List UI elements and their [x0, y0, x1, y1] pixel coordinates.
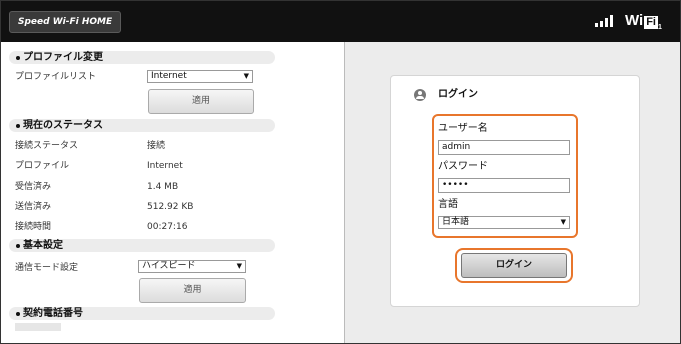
- section-title-contract: 契約電話番号: [23, 308, 83, 319]
- chevron-down-icon: ▼: [560, 218, 566, 226]
- status-row-label: プロファイル: [15, 161, 70, 171]
- status-row-value: Internet: [147, 161, 183, 171]
- username-input[interactable]: admin: [438, 140, 570, 155]
- status-row-value: 00:27:16: [147, 222, 188, 232]
- brand-logo: Speed Wi-Fi HOME: [9, 11, 122, 33]
- chevron-down-icon: ▼: [236, 262, 242, 270]
- login-button[interactable]: ログイン: [461, 253, 567, 278]
- profile-list-select[interactable]: Internet ▼: [147, 70, 253, 83]
- contract-number-redacted: [15, 323, 61, 331]
- app-window: Speed Wi-Fi HOME Wi Fi 1 プロファイル変更 プロファイルリス…: [0, 0, 681, 344]
- language-select[interactable]: 日本語 ▼: [438, 216, 570, 229]
- mode-apply-button[interactable]: 適用: [139, 278, 246, 303]
- signal-strength-icon: [595, 15, 613, 27]
- chevron-down-icon: ▼: [243, 72, 249, 80]
- status-row-label: 送信済み: [15, 202, 52, 212]
- bullet-icon: [16, 244, 20, 248]
- password-input[interactable]: •••••: [438, 178, 570, 193]
- login-title: ログイン: [438, 89, 478, 100]
- mode-setting-select[interactable]: ハイスピード ▼: [138, 260, 246, 273]
- status-row-label: 接続時間: [15, 222, 52, 232]
- language-label: 言語: [438, 199, 458, 210]
- status-row-label: 接続ステータス: [15, 141, 79, 151]
- mode-setting-label: 通信モード設定: [15, 263, 79, 273]
- password-label: パスワード: [438, 161, 488, 172]
- section-title-basic-settings: 基本設定: [23, 240, 63, 251]
- status-row-value: 1.4 MB: [147, 182, 179, 192]
- status-row-value: 接続: [147, 141, 166, 151]
- wifi-status-icon: Wi Fi 1: [625, 12, 662, 31]
- section-title-profile-change: プロファイル変更: [23, 52, 103, 63]
- section-title-current-status: 現在のステータス: [23, 120, 103, 131]
- username-label: ユーザー名: [438, 123, 488, 134]
- bullet-icon: [16, 124, 20, 128]
- user-icon: [414, 89, 426, 101]
- profile-apply-button[interactable]: 適用: [148, 89, 254, 114]
- bullet-icon: [16, 312, 20, 316]
- bullet-icon: [16, 56, 20, 60]
- profile-list-label: プロファイルリスト: [15, 72, 97, 82]
- status-row-value: 512.92 KB: [147, 202, 194, 212]
- top-header: Speed Wi-Fi HOME Wi Fi 1: [1, 1, 680, 42]
- status-row-label: 受信済み: [15, 182, 52, 192]
